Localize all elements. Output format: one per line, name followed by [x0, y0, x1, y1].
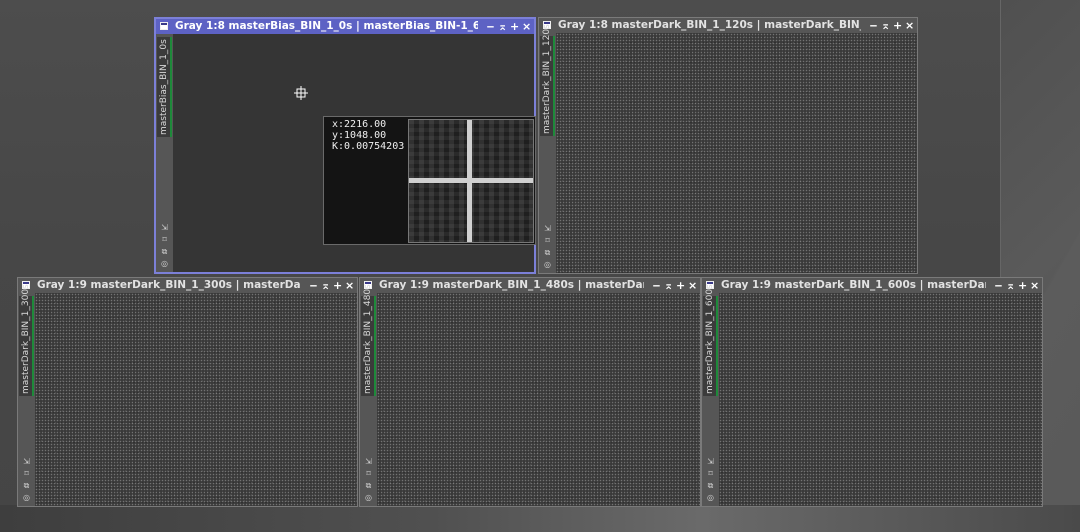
crosshair-vertical [467, 120, 472, 242]
image-viewport[interactable] [556, 33, 917, 273]
window-title: Gray 1:9 masterDark_BIN_1_300s | masterD… [37, 279, 301, 291]
workspace: Gray 1:8 masterBias_BIN_1_0s | masterBia… [0, 0, 1080, 532]
background-bottom-band [0, 505, 1080, 532]
image-window-master-dark-600s[interactable]: Gray 1:9 masterDark_BIN_1_600s | masterD… [701, 277, 1043, 507]
image-window-master-dark-300s[interactable]: Gray 1:9 masterDark_BIN_1_300s | masterD… [17, 277, 358, 507]
image-window-master-dark-120s[interactable]: Gray 1:8 masterDark_BIN_1_120s | masterD… [538, 17, 918, 274]
identifier-label: masterDark_BIN_1_300s [21, 284, 31, 394]
link-icon[interactable]: ⧉ [21, 480, 32, 491]
close-button[interactable]: × [345, 278, 354, 293]
zoom-icon[interactable]: ⇲ [159, 222, 170, 233]
window-title: Gray 1:8 masterDark_BIN_1_120s | masterD… [558, 19, 861, 31]
maximize-button[interactable]: + [1018, 278, 1027, 293]
minimize-button[interactable]: ‒ [486, 19, 495, 34]
settings-icon[interactable]: ◎ [159, 258, 170, 269]
readout-y: y:1048.00 [332, 130, 387, 141]
identifier-tab[interactable]: masterBias_BIN_1_0s [157, 37, 172, 137]
minimize-button[interactable]: ‒ [652, 278, 661, 293]
maximize-button[interactable]: + [676, 278, 685, 293]
window-titlebar[interactable]: Gray 1:9 masterDark_BIN_1_480s | masterD… [360, 278, 700, 293]
shade-button[interactable]: ⌅ [881, 18, 890, 33]
maximize-button[interactable]: + [893, 18, 902, 33]
fit-icon[interactable]: ⌑ [705, 468, 716, 479]
window-icon [160, 22, 168, 30]
crosshair-cursor-icon [294, 86, 308, 100]
maximize-button[interactable]: + [510, 19, 519, 34]
window-titlebar[interactable]: Gray 1:8 masterBias_BIN_1_0s | masterBia… [156, 19, 534, 34]
close-button[interactable]: × [1030, 278, 1039, 293]
identifier-label: masterDark_BIN_1_120s [542, 24, 552, 134]
fit-icon[interactable]: ⌑ [159, 234, 170, 245]
identifier-label: masterDark_BIN_1_480s [363, 284, 373, 394]
window-titlebar[interactable]: Gray 1:8 masterDark_BIN_1_120s | masterD… [539, 18, 917, 33]
identifier-tab[interactable]: masterDark_BIN_1_120s [540, 24, 555, 136]
identifier-tab[interactable]: masterDark_BIN_1_480s [361, 284, 376, 396]
zoom-icon[interactable]: ⇲ [705, 456, 716, 467]
shade-button[interactable]: ⌅ [321, 278, 330, 293]
link-icon[interactable]: ⧉ [542, 247, 553, 258]
window-title: Gray 1:9 masterDark_BIN_1_480s | masterD… [379, 279, 644, 291]
link-icon[interactable]: ⧉ [705, 480, 716, 491]
window-titlebar[interactable]: Gray 1:9 masterDark_BIN_1_600s | masterD… [702, 278, 1042, 293]
identifier-tab[interactable]: masterDark_BIN_1_600s [703, 284, 718, 396]
link-icon[interactable]: ⧉ [159, 246, 170, 257]
close-button[interactable]: × [905, 18, 914, 33]
fit-icon[interactable]: ⌑ [542, 235, 553, 246]
minimize-button[interactable]: ‒ [309, 278, 318, 293]
minimize-button[interactable]: ‒ [994, 278, 1003, 293]
settings-icon[interactable]: ◎ [363, 492, 374, 503]
image-viewport[interactable] [719, 293, 1042, 506]
zoom-icon[interactable]: ⇲ [363, 456, 374, 467]
identifier-label: masterDark_BIN_1_600s [705, 284, 715, 394]
settings-icon[interactable]: ◎ [21, 492, 32, 503]
window-sidebar: masterBias_BIN_1_0s ⇲ ⌑ ⧉ ◎ [156, 34, 173, 272]
image-window-master-bias[interactable]: Gray 1:8 masterBias_BIN_1_0s | masterBia… [154, 17, 536, 274]
zoom-icon[interactable]: ⇲ [21, 456, 32, 467]
fit-icon[interactable]: ⌑ [21, 468, 32, 479]
settings-icon[interactable]: ◎ [542, 259, 553, 270]
shade-button[interactable]: ⌅ [664, 278, 673, 293]
zoom-preview [408, 119, 534, 243]
link-icon[interactable]: ⧉ [363, 480, 374, 491]
window-sidebar: masterDark_BIN_1_600s ⇲ ⌑ ⧉ ◎ [702, 284, 719, 506]
settings-icon[interactable]: ◎ [705, 492, 716, 503]
image-window-master-dark-480s[interactable]: Gray 1:9 masterDark_BIN_1_480s | masterD… [359, 277, 701, 507]
maximize-button[interactable]: + [333, 278, 342, 293]
window-sidebar: masterDark_BIN_1_300s ⇲ ⌑ ⧉ ◎ [18, 284, 35, 506]
window-titlebar[interactable]: Gray 1:9 masterDark_BIN_1_300s | masterD… [18, 278, 357, 293]
image-viewport[interactable] [35, 293, 357, 506]
window-sidebar: masterDark_BIN_1_120s ⇲ ⌑ ⧉ ◎ [539, 24, 556, 273]
pixel-readout-panel: x:2216.00 y:1048.00 K:0.00754203 [323, 116, 536, 245]
image-viewport[interactable] [377, 293, 700, 506]
image-viewport[interactable]: x:2216.00 y:1048.00 K:0.00754203 [173, 34, 536, 272]
readout-x: x:2216.00 [332, 119, 387, 130]
close-button[interactable]: × [688, 278, 697, 293]
shade-button[interactable]: ⌅ [498, 19, 507, 34]
identifier-tab[interactable]: masterDark_BIN_1_300s [19, 284, 34, 396]
zoom-icon[interactable]: ⇲ [542, 223, 553, 234]
readout-k: K:0.00754203 [332, 141, 405, 152]
shade-button[interactable]: ⌅ [1006, 278, 1015, 293]
identifier-label: masterBias_BIN_1_0s [159, 39, 169, 135]
close-button[interactable]: × [522, 19, 531, 34]
fit-icon[interactable]: ⌑ [363, 468, 374, 479]
window-title: Gray 1:8 masterBias_BIN_1_0s | masterBia… [175, 20, 478, 32]
minimize-button[interactable]: ‒ [869, 18, 878, 33]
window-title: Gray 1:9 masterDark_BIN_1_600s | masterD… [721, 279, 986, 291]
window-sidebar: masterDark_BIN_1_480s ⇲ ⌑ ⧉ ◎ [360, 284, 377, 506]
